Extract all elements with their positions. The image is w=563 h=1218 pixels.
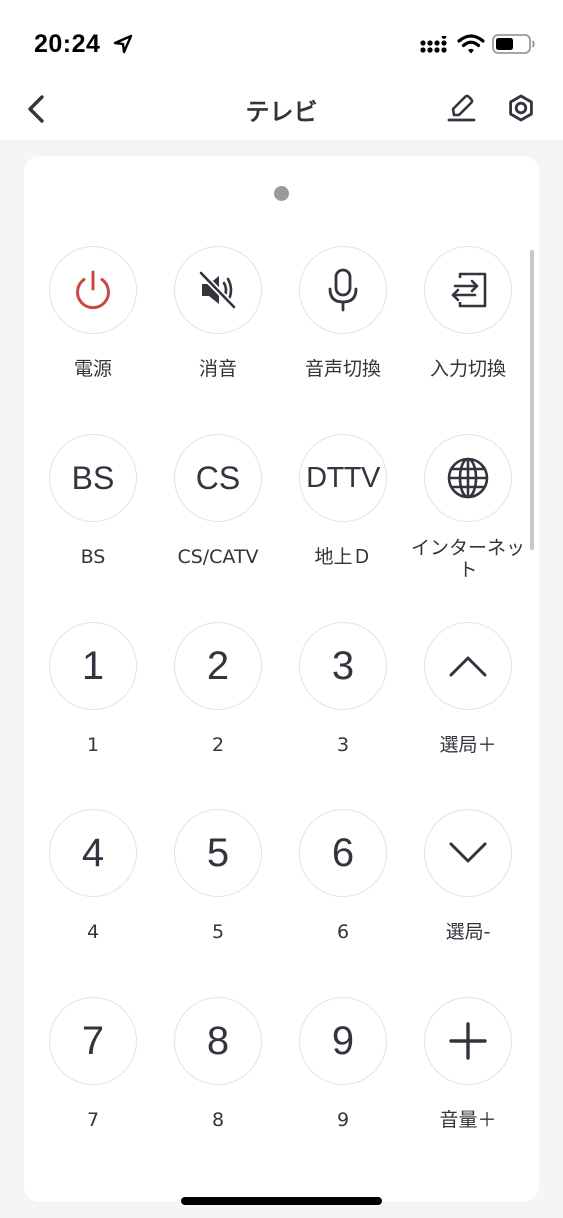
volume-up-label: 音量＋ [439, 1109, 497, 1131]
status-bar: 20:24 [0, 0, 563, 76]
num-6-button-text: 6 [331, 831, 355, 875]
home-indicator [181, 1197, 382, 1205]
wifi-icon [457, 34, 485, 54]
globe-icon [447, 457, 489, 499]
location-arrow-icon [113, 34, 133, 54]
battery-icon [492, 34, 535, 54]
num-7-button-text: 7 [81, 1019, 105, 1063]
input-switch-label: 入力切換 [429, 358, 506, 380]
input-switch-key: 入力切換 [363, 246, 563, 380]
chevron-up-icon [449, 656, 487, 677]
num-8-button-text: 8 [206, 1019, 230, 1063]
internet-button[interactable] [424, 434, 512, 522]
dttv-button[interactable]: DTTV [299, 434, 387, 522]
channel-up-button[interactable] [424, 622, 512, 710]
channel-up-key: 選局＋ [363, 622, 563, 756]
channel-down-key: 選局- [363, 809, 563, 943]
num-9-button-text: 9 [331, 1019, 355, 1063]
dttv-button-text: DTTV [306, 461, 380, 494]
status-time: 20:24 [34, 30, 101, 58]
internet-label: インターネット [410, 537, 525, 581]
num-5-button-text: 5 [206, 831, 230, 875]
nav-bar: テレビ [0, 76, 563, 140]
bs-button-text: BS [71, 460, 115, 496]
input-switch-button[interactable] [424, 246, 512, 334]
volume-up-button[interactable] [424, 997, 512, 1085]
num-3-button-text: 3 [331, 644, 355, 688]
cellular-signal-icon [420, 36, 447, 53]
volume-up-key: 音量＋ [363, 997, 563, 1131]
edit-pencil-icon[interactable] [446, 92, 476, 124]
microphone-icon [328, 268, 358, 312]
num-2-button-text: 2 [206, 644, 230, 688]
num-4-button-text: 4 [81, 831, 105, 875]
page-indicator-dot [274, 186, 289, 201]
num-1-button-text: 1 [81, 644, 105, 688]
input-switch-icon [451, 272, 487, 308]
channel-down-label: 選局- [445, 921, 491, 943]
settings-gear-icon[interactable] [505, 91, 537, 125]
mute-speaker-icon [198, 270, 237, 310]
chevron-down-icon [449, 842, 487, 863]
power-icon [76, 270, 110, 310]
internet-key: インターネット [408, 434, 528, 581]
plus-icon [449, 1022, 487, 1060]
page-title: テレビ [245, 98, 318, 126]
channel-down-button[interactable] [424, 809, 512, 897]
cs-button-text: CS [195, 460, 241, 496]
channel-up-label: 選局＋ [439, 734, 497, 756]
